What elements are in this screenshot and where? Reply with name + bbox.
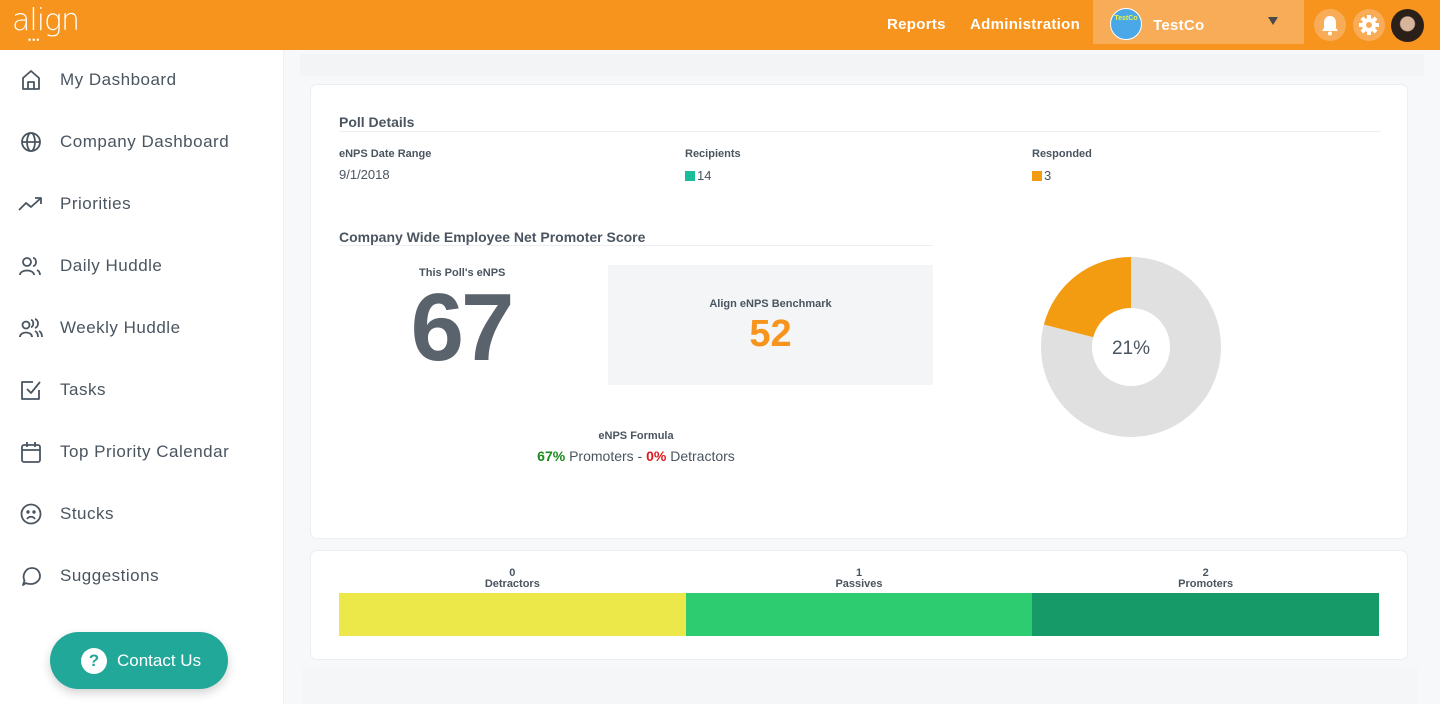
globe-icon <box>18 129 44 155</box>
benchmark-box: Align eNPS Benchmark 52 <box>608 265 933 385</box>
distribution-card: 0 Detractors 1 Passives 2 Promoters <box>310 550 1408 660</box>
calendar-icon <box>18 439 44 465</box>
company-name: TestCo <box>1153 17 1205 34</box>
divider <box>339 245 933 246</box>
donut-slice-responded <box>1043 257 1131 338</box>
recipients-swatch <box>685 170 695 181</box>
donut-center-label: 21% <box>1112 338 1150 359</box>
date-range-label: eNPS Date Range <box>339 148 432 160</box>
logo-dots: ••• <box>28 35 41 45</box>
segment-label-detractors: 0 Detractors <box>462 568 562 590</box>
response-rate-donut-chart: 21% <box>1041 257 1221 437</box>
date-range-text: 9/1/2018 <box>339 167 390 182</box>
bottom-placeholder-strip <box>302 668 1418 704</box>
segment-bar-promoters <box>1032 593 1379 636</box>
nav-reports[interactable]: Reports <box>887 16 946 33</box>
sidebar-item-label: Tasks <box>60 380 106 399</box>
frown-icon <box>18 501 44 527</box>
chevron-down-icon <box>1268 17 1278 25</box>
this-poll-enps-value: 67 <box>410 274 515 381</box>
group-icon <box>18 315 44 341</box>
gear-icon <box>1359 15 1379 35</box>
responded-label: Responded <box>1032 148 1092 160</box>
sidebar-item-my-dashboard[interactable]: My Dashboard <box>18 65 268 95</box>
segment-category: Passives <box>835 578 883 590</box>
settings-button[interactable] <box>1353 9 1385 41</box>
segment-category: Detractors <box>484 578 540 590</box>
sidebar-item-stucks[interactable]: Stucks <box>18 499 268 529</box>
sidebar-item-weekly-huddle[interactable]: Weekly Huddle <box>18 313 268 343</box>
sidebar-item-label: Weekly Huddle <box>60 318 181 337</box>
nav-administration[interactable]: Administration <box>970 16 1080 33</box>
detractors-pct: 0% <box>646 448 667 464</box>
chat-bubble-icon <box>18 563 44 589</box>
contact-us-label: Contact Us <box>117 650 202 670</box>
sidebar-item-label: Daily Huddle <box>60 256 163 275</box>
sidebar-item-company-dashboard[interactable]: Company Dashboard <box>18 127 268 157</box>
sidebar-item-label: My Dashboard <box>60 70 177 89</box>
sidebar: My Dashboard Company Dashboard Prioritie… <box>0 50 284 704</box>
user-avatar[interactable] <box>1391 9 1424 42</box>
poll-details-card: Poll Details eNPS Date Range 9/1/2018 Re… <box>310 84 1408 539</box>
segment-label-promoters: 2 Promoters <box>1156 568 1256 590</box>
company-switcher[interactable]: TestCo TestCo <box>1093 0 1304 44</box>
sidebar-item-label: Company Dashboard <box>60 132 230 151</box>
sidebar-item-priorities[interactable]: Priorities <box>18 189 268 219</box>
benchmark-label: Align eNPS Benchmark <box>709 298 832 310</box>
poll-details-title: Poll Details <box>339 114 415 130</box>
bell-icon <box>1322 16 1338 36</box>
formula-text: 67% Promoters - 0% Detractors <box>461 448 811 464</box>
responded-swatch <box>1032 170 1042 181</box>
segment-bar-passives <box>685 593 1034 636</box>
benchmark-value: 52 <box>749 313 792 355</box>
contact-us-button[interactable]: ? Contact Us <box>50 632 228 689</box>
sidebar-item-label: Top Priority Calendar <box>60 442 230 461</box>
detractors-text: Detractors <box>666 448 735 464</box>
responded-value: 3 <box>1032 168 1051 183</box>
notifications-button[interactable] <box>1314 9 1346 41</box>
align-logo[interactable]: align <box>12 4 80 38</box>
top-placeholder-strip <box>300 54 1424 76</box>
segment-category: Promoters <box>1178 578 1234 590</box>
trending-up-icon <box>18 191 44 217</box>
segment-bar-detractors <box>339 593 687 636</box>
top-navbar: align ••• Reports Administration TestCo … <box>0 0 1440 50</box>
recipients-value: 14 <box>685 168 711 183</box>
segment-label-passives: 1 Passives <box>809 568 909 590</box>
divider <box>339 131 1381 132</box>
sidebar-item-daily-huddle[interactable]: Daily Huddle <box>18 251 268 281</box>
recipients-count: 14 <box>697 168 712 183</box>
sidebar-item-label: Stucks <box>60 504 115 523</box>
sidebar-item-suggestions[interactable]: Suggestions <box>18 561 268 591</box>
date-range-value: 9/1/2018 <box>339 167 390 182</box>
checkbox-icon <box>18 377 44 403</box>
company-logo-text: TestCo <box>1114 15 1138 22</box>
responded-count: 3 <box>1044 168 1052 183</box>
promoters-pct: 67% <box>537 448 566 464</box>
company-logo: TestCo <box>1110 8 1142 40</box>
users-icon <box>18 253 44 279</box>
sidebar-item-label: Priorities <box>60 194 132 213</box>
sidebar-item-label: Suggestions <box>60 566 160 585</box>
help-icon: ? <box>81 647 107 674</box>
sidebar-item-tasks[interactable]: Tasks <box>18 375 268 405</box>
sidebar-item-top-priority-calendar[interactable]: Top Priority Calendar <box>18 437 268 467</box>
recipients-label: Recipients <box>685 148 741 160</box>
promoters-text: Promoters - <box>565 448 647 464</box>
home-icon <box>18 67 44 93</box>
enps-section-title: Company Wide Employee Net Promoter Score <box>339 229 646 245</box>
formula-label: eNPS Formula <box>598 430 674 442</box>
